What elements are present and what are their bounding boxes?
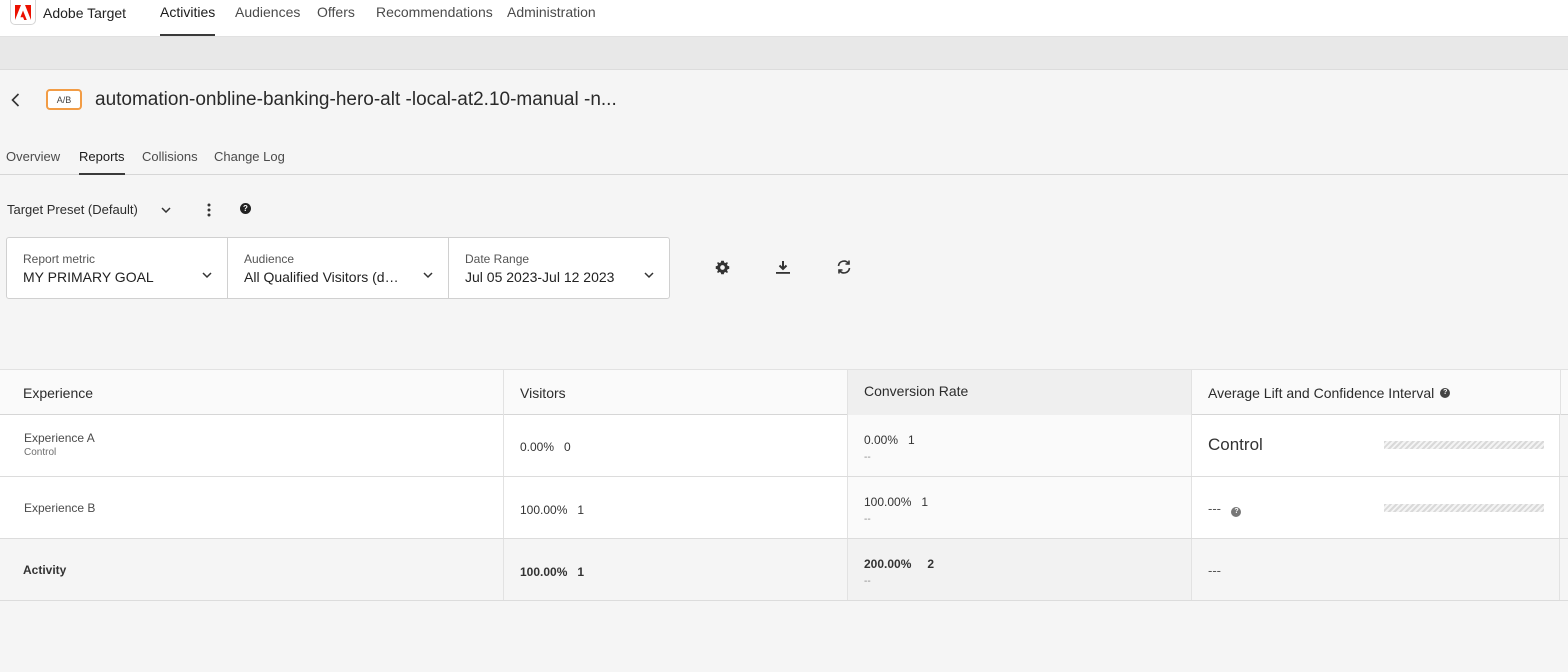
lift-cell: --- xyxy=(1192,539,1560,600)
refresh-icon xyxy=(837,260,851,274)
nav-audiences[interactable]: Audiences xyxy=(235,0,300,36)
column-header-experience[interactable]: Experience xyxy=(0,370,504,415)
table-row: Experience B 100.00% 1 100.00% 1 -- --- ? xyxy=(0,477,1568,539)
lift-value: Control xyxy=(1208,435,1263,454)
visitors-cell: 100.00% 1 xyxy=(504,539,848,600)
lift-value: --- xyxy=(1208,563,1221,578)
visitors-cell: 100.00% 1 xyxy=(504,477,848,538)
column-header-visitors[interactable]: Visitors xyxy=(504,370,848,415)
report-metric-value: MY PRIMARY GOAL xyxy=(23,269,154,285)
refresh-button[interactable] xyxy=(836,259,852,275)
chevron-down-icon xyxy=(202,272,212,279)
activity-tabs: Overview Reports Collisions Change Log xyxy=(0,140,1568,175)
experience-name: Experience A xyxy=(24,431,95,445)
tab-change-log[interactable]: Change Log xyxy=(214,149,285,174)
conversion-cell: 100.00% 1 -- xyxy=(848,477,1192,538)
chevron-left-icon xyxy=(10,93,19,107)
column-header-lift[interactable]: Average Lift and Confidence Interval ? xyxy=(1192,370,1561,415)
settings-button[interactable] xyxy=(714,259,730,275)
help-icon[interactable]: ? xyxy=(240,203,251,214)
report-metric-select[interactable]: Report metric MY PRIMARY GOAL xyxy=(7,238,228,298)
audience-label: Audience xyxy=(244,252,295,266)
brand-name: Adobe Target xyxy=(43,4,127,21)
visitors-percent: 100.00% xyxy=(520,503,568,517)
help-icon[interactable]: ? xyxy=(1231,507,1242,517)
nav-administration[interactable]: Administration xyxy=(507,0,596,36)
report-table: Experience Visitors Conversion Rate Aver… xyxy=(0,369,1568,601)
chevron-down-icon xyxy=(161,207,171,213)
preset-dropdown-button[interactable] xyxy=(161,202,173,218)
conversion-percent: 0.00% xyxy=(864,433,899,447)
experience-name: Experience B xyxy=(24,501,96,515)
back-button[interactable] xyxy=(8,90,22,110)
conversion-count: 1 xyxy=(921,495,929,509)
column-header-label: Average Lift and Confidence Interval xyxy=(1208,384,1435,401)
tab-overview[interactable]: Overview xyxy=(6,149,60,174)
tab-reports[interactable]: Reports xyxy=(79,149,125,175)
audience-select[interactable]: Audience All Qualified Visitors (de... xyxy=(228,238,449,298)
sub-bar xyxy=(0,37,1568,70)
table-header: Experience Visitors Conversion Rate Aver… xyxy=(0,369,1568,415)
report-preset-select[interactable]: Target Preset (Default) xyxy=(7,202,138,217)
more-vertical-icon xyxy=(207,203,211,217)
confidence-interval-bar xyxy=(1384,504,1544,512)
visitors-percent: 0.00% xyxy=(520,440,555,454)
download-icon xyxy=(776,261,790,274)
experience-name: Activity xyxy=(23,563,67,577)
report-filters: Report metric MY PRIMARY GOAL Audience A… xyxy=(6,237,670,299)
experience-cell: Experience A Control xyxy=(0,415,504,476)
visitors-count: 0 xyxy=(564,440,571,454)
nav-offers[interactable]: Offers xyxy=(317,0,355,36)
column-header-label: Conversion Rate xyxy=(864,383,969,399)
conversion-count: 2 xyxy=(927,557,935,571)
visitors-count: 1 xyxy=(577,503,585,517)
lift-value: --- xyxy=(1208,501,1221,516)
column-header-conversion-rate[interactable]: Conversion Rate xyxy=(848,370,1192,415)
confidence-interval-bar xyxy=(1384,441,1544,449)
conversion-percent: 100.00% xyxy=(864,495,912,509)
page-title: automation-onbline-banking-hero-alt -loc… xyxy=(95,89,617,110)
conversion-sub: -- xyxy=(864,514,871,525)
nav-activities[interactable]: Activities xyxy=(160,0,216,36)
top-nav: Adobe Target Activities Audiences Offers… xyxy=(0,0,1568,37)
date-range-label: Date Range xyxy=(465,252,530,266)
visitors-count: 1 xyxy=(577,565,585,579)
download-button[interactable] xyxy=(775,259,791,275)
visitors-percent: 100.00% xyxy=(520,565,568,579)
date-range-value: Jul 05 2023-Jul 12 2023 xyxy=(465,269,615,285)
conversion-count: 1 xyxy=(908,433,915,447)
audience-value: All Qualified Visitors (de... xyxy=(244,269,404,285)
column-header-label: Visitors xyxy=(520,384,566,401)
conversion-cell: 200.00% 2 -- xyxy=(848,539,1192,600)
chevron-down-icon xyxy=(423,272,433,279)
tab-collisions[interactable]: Collisions xyxy=(142,149,198,174)
date-range-select[interactable]: Date Range Jul 05 2023-Jul 12 2023 xyxy=(449,238,669,298)
brand[interactable]: Adobe Target xyxy=(10,0,126,25)
experience-cell: Activity xyxy=(0,539,504,600)
activity-type-badge: A/B xyxy=(46,89,82,110)
conversion-sub: -- xyxy=(864,576,871,587)
gear-icon xyxy=(715,260,729,274)
experience-cell: Experience B xyxy=(0,477,504,538)
table-total-row: Activity 100.00% 1 200.00% 2 -- --- xyxy=(0,539,1568,601)
more-options-button[interactable] xyxy=(203,202,215,218)
visitors-cell: 0.00% 0 xyxy=(504,415,848,476)
help-icon[interactable]: ? xyxy=(1440,387,1451,398)
conversion-percent: 200.00% xyxy=(864,557,912,571)
adobe-logo-icon xyxy=(10,0,36,25)
nav-recommendations[interactable]: Recommendations xyxy=(376,0,493,36)
column-header-label: Experience xyxy=(23,384,94,401)
conversion-cell: 0.00% 1 -- xyxy=(848,415,1192,476)
report-metric-label: Report metric xyxy=(23,252,96,266)
conversion-sub: -- xyxy=(864,452,871,463)
experience-sub: Control xyxy=(24,447,57,458)
table-row: Experience A Control 0.00% 0 0.00% 1 -- Co… xyxy=(0,415,1568,477)
preset-label: Target Preset (Default) xyxy=(7,202,138,217)
chevron-down-icon xyxy=(644,272,654,279)
